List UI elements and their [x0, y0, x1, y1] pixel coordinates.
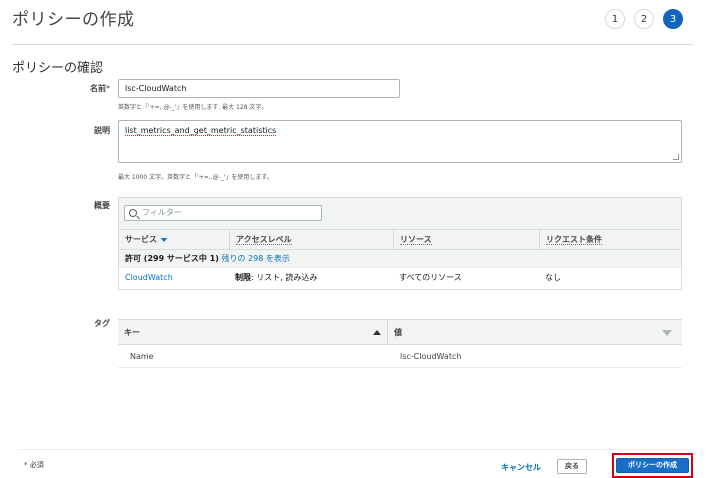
name-label: 名前*: [60, 83, 110, 94]
create-policy-button[interactable]: ポリシーの作成: [616, 458, 689, 473]
required-mark: *: [106, 84, 110, 93]
footer-bar: * 必須 キャンセル 戻る ポリシーの作成: [18, 449, 693, 478]
description-label: 説明: [94, 126, 110, 135]
column-header-key[interactable]: キー: [118, 320, 388, 344]
show-remaining-link[interactable]: 残りの 298 を表示: [221, 254, 289, 263]
column-header-resource: リソース: [393, 230, 539, 249]
name-hint: 英数字と「'+=,.@-_'」を使用します. 最大 128 文字。: [118, 104, 268, 111]
back-button[interactable]: 戻る: [557, 459, 587, 474]
sort-down-icon: [161, 237, 167, 242]
description-hint: 最大 1000 文字。英数字と「'+=,.@-_'」を使用します。: [118, 174, 273, 181]
description-text: list_metrics_and_get_metric_statistics: [125, 126, 277, 136]
access-level-rest: : リスト, 読み込み: [251, 273, 318, 282]
service-link[interactable]: CloudWatch: [119, 268, 229, 288]
column-header-resource-label: リソース: [400, 235, 432, 245]
column-header-value-label: 値: [394, 328, 402, 337]
summary-header-row: サービス アクセスレベル リソース リクエスト条件: [119, 230, 681, 250]
condition-cell: なし: [545, 273, 561, 282]
sort-down-icon: [662, 330, 672, 336]
allow-group-label: 許可 (299 サービス中 1): [125, 254, 219, 263]
cancel-button[interactable]: キャンセル: [501, 462, 541, 473]
resource-cell: すべてのリソース: [399, 273, 462, 282]
required-note: * 必須: [24, 461, 44, 469]
table-row: CloudWatch 制限: リスト, 読み込み すべてのリソース なし: [119, 268, 681, 288]
column-header-key-label: キー: [124, 328, 140, 337]
allow-group-row: 許可 (299 サービス中 1) 残りの 298 を表示: [119, 250, 681, 268]
title-divider: [12, 44, 693, 45]
summary-toolbar: フィルター: [119, 198, 681, 230]
tag-value-cell: lsc-CloudWatch: [400, 352, 462, 361]
policy-name-input[interactable]: lsc-CloudWatch: [118, 79, 400, 98]
filter-placeholder: フィルター: [142, 208, 182, 217]
column-header-request-condition: リクエスト条件: [539, 230, 681, 249]
search-icon: [129, 209, 137, 217]
table-row: Name lsc-CloudWatch: [118, 345, 682, 368]
sort-up-icon: [373, 330, 381, 335]
column-header-request-condition-label: リクエスト条件: [546, 235, 602, 245]
summary-filter-input[interactable]: フィルター: [124, 205, 322, 221]
access-level-bold: 制限: [235, 273, 251, 282]
access-level-cell: 制限: リスト, 読み込み: [229, 268, 393, 288]
column-header-access-level: アクセスレベル: [229, 230, 393, 249]
column-header-service-label: サービス: [125, 235, 157, 244]
tags-header-row: キー 値: [118, 319, 682, 345]
create-button-highlight: ポリシーの作成: [612, 453, 693, 478]
summary-label: 概要: [94, 201, 110, 210]
tag-key-cell: Name: [130, 352, 154, 361]
policy-description-textarea[interactable]: list_metrics_and_get_metric_statistics: [118, 120, 682, 163]
resize-grip-icon[interactable]: [673, 154, 679, 160]
step-2[interactable]: 2: [634, 9, 654, 29]
section-title: ポリシーの確認: [12, 61, 104, 76]
column-header-service[interactable]: サービス: [119, 230, 229, 249]
summary-table: フィルター サービス アクセスレベル リソース リクエスト条件 許可 (299 …: [118, 197, 682, 290]
page-title: ポリシーの作成: [12, 10, 135, 30]
tags-table: キー 値 Name lsc-CloudWatch: [118, 319, 682, 369]
name-label-text: 名前: [90, 84, 106, 93]
column-header-access-level-label: アクセスレベル: [236, 235, 292, 245]
wizard-steps: 1 2 3: [605, 9, 683, 29]
step-3[interactable]: 3: [663, 9, 683, 29]
step-1[interactable]: 1: [605, 9, 625, 29]
tags-label: タグ: [94, 319, 110, 328]
column-header-value[interactable]: 値: [388, 320, 682, 344]
